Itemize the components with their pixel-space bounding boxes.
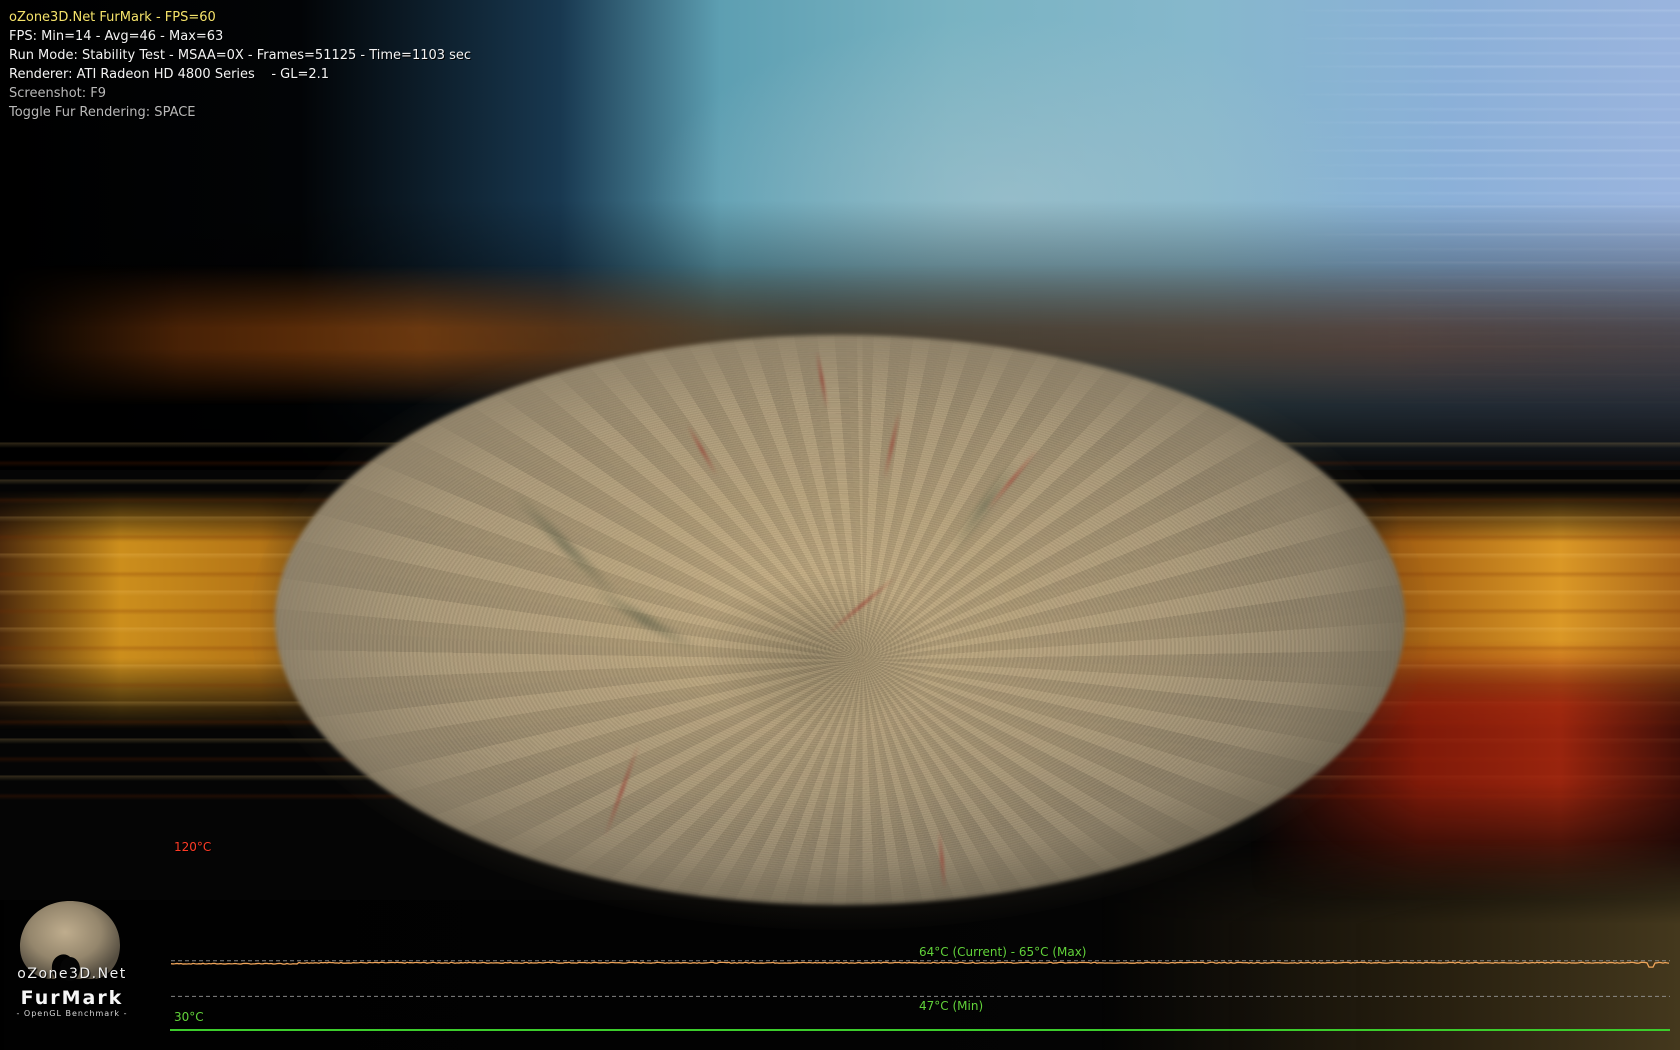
screenshot-hint: Screenshot: F9 (9, 86, 107, 101)
renderer-info: Renderer: ATI Radeon HD 4800 Series - GL… (9, 67, 330, 82)
graph-min-scale-label: 30°C (174, 1010, 204, 1024)
fps-title: oZone3D.Net FurMark - FPS=60 (9, 10, 216, 25)
current-max-temperature-label: 64°C (Current) - 65°C (Max) (919, 944, 1087, 959)
graph-max-scale-label: 120°C (174, 840, 212, 854)
temperature-graph: 120°C 30°C 64°C (Current) - 65°C (Max) 4… (168, 840, 1672, 1032)
fps-stats: FPS: Min=14 - Avg=46 - Max=63 (9, 29, 224, 44)
logo-app-name: FurMark (20, 987, 124, 1009)
furmark-window: oZone3D.Net FurMark - FPS=60 FPS: Min=14… (0, 0, 1680, 1050)
logo-site-name: oZone3D.Net (17, 966, 127, 982)
temperature-trace (170, 961, 1670, 968)
run-mode-info: Run Mode: Stability Test - MSAA=0X - Fra… (9, 48, 472, 63)
logo-subtitle: - OpenGL Benchmark - (16, 1009, 128, 1018)
toggle-fur-hint: Toggle Fur Rendering: SPACE (9, 105, 196, 120)
min-temperature-label: 47°C (Min) (919, 999, 984, 1014)
